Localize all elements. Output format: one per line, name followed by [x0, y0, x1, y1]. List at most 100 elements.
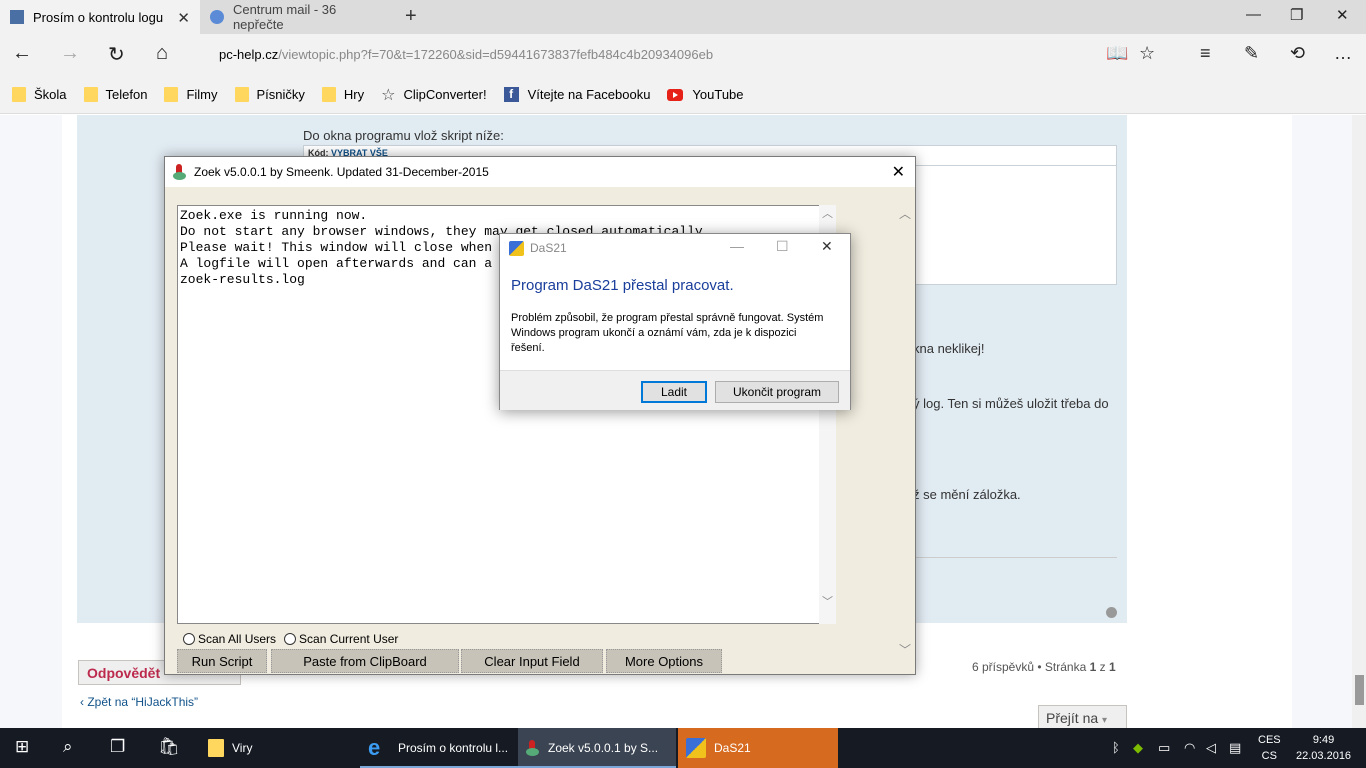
zoek-titlebar[interactable]: Zoek v5.0.0.1 by Smeenk. Updated 31-Dece…: [165, 157, 915, 187]
notifications-icon[interactable]: ▤: [1229, 740, 1241, 756]
taskbar-app-label: Prosím o kontrolu l...: [398, 741, 509, 755]
tab-mail[interactable]: Centrum mail - 36 nepřečte: [200, 0, 400, 34]
nvidia-icon[interactable]: ◆: [1133, 740, 1143, 756]
battery-icon[interactable]: ▭: [1158, 740, 1170, 756]
favorite-youtube[interactable]: YouTube: [667, 87, 744, 102]
new-tab-icon[interactable]: +: [405, 5, 417, 28]
scan-all-users-label: Scan All Users: [198, 632, 277, 646]
page-scrollbar-thumb[interactable]: [1355, 675, 1364, 705]
paste-clipboard-button[interactable]: Paste from ClipBoard: [271, 649, 459, 673]
scroll-down-icon[interactable]: ﹀: [899, 641, 911, 658]
refresh-icon[interactable]: ↻: [108, 42, 125, 67]
more-options-button[interactable]: More Options: [606, 649, 722, 673]
favorite-label: ClipConverter!: [403, 87, 487, 102]
favorites-bar: Škola Telefon Filmy Písničky Hry ☆ ClipCo…: [0, 76, 1366, 114]
web-note-icon[interactable]: ✎: [1244, 43, 1259, 64]
scroll-up-icon[interactable]: ︿: [822, 205, 833, 221]
page-sep: z: [1099, 660, 1106, 674]
run-script-button[interactable]: Run Script: [177, 649, 267, 673]
das21-error-dialog: DaS21 — ☐ ✕ Program DaS21 přestal pracov…: [499, 233, 851, 410]
favorite-pisnicky[interactable]: Písničky: [234, 87, 305, 102]
windows-start-icon[interactable]: ⊞: [15, 737, 29, 757]
back-link[interactable]: ‹ Zpět na “HiJackThis”: [80, 695, 198, 709]
bluetooth-icon[interactable]: ᛒ: [1112, 740, 1120, 755]
close-tab-icon[interactable]: ✕: [177, 9, 190, 27]
taskbar-app-label: Viry: [232, 741, 253, 755]
favorite-star-icon[interactable]: ☆: [1139, 43, 1155, 64]
zoek-title: Zoek v5.0.0.1 by Smeenk. Updated 31-Dece…: [194, 165, 489, 179]
window-scrollbar[interactable]: ︿ ﹀: [897, 205, 913, 665]
more-icon[interactable]: …: [1334, 43, 1352, 64]
search-icon[interactable]: ⌕: [63, 737, 73, 757]
favorite-label: Škola: [34, 87, 67, 102]
back-to-top-icon[interactable]: [1106, 607, 1117, 618]
close-window-icon[interactable]: ✕: [1336, 6, 1349, 24]
tab-title: Centrum mail - 36 nepřečte: [232, 2, 337, 32]
url-host: pc-help.cz: [219, 47, 279, 62]
language-indicator[interactable]: CES CS: [1258, 732, 1281, 764]
debug-button[interactable]: Ladit: [641, 381, 707, 403]
close-program-button[interactable]: Ukončit program: [715, 381, 839, 403]
reading-view-icon[interactable]: 📖: [1106, 43, 1128, 64]
tab-title: Prosím o kontrolu logu: [33, 9, 164, 25]
dialog-message: Problém způsobil, že program přestal spr…: [511, 312, 824, 354]
clock-date: 22.03.2016: [1296, 750, 1352, 762]
goto-button[interactable]: Přejít na ▾: [1038, 705, 1127, 729]
home-icon[interactable]: ⌂: [156, 42, 168, 65]
close-icon[interactable]: ✕: [892, 162, 905, 182]
back-link-label: Zpět na “HiJackThis”: [87, 695, 199, 709]
address-bar-row: ← → ↻ ⌂ pc-help.cz/viewtopic.php?f=70&t=…: [0, 34, 1366, 76]
favorite-facebook[interactable]: f Vítejte na Facebooku: [503, 87, 651, 102]
chevron-down-icon: ▾: [1102, 715, 1108, 726]
minimize-icon[interactable]: —: [730, 238, 744, 254]
edge-icon: e: [368, 735, 381, 760]
post-text-fragment: ž se mění záložka.: [913, 487, 1021, 502]
favorite-filmy[interactable]: Filmy: [164, 87, 218, 102]
scan-options: Scan All Users Scan Current User: [183, 632, 398, 646]
maximize-icon[interactable]: ❐: [1290, 6, 1303, 24]
forward-icon[interactable]: →: [60, 42, 80, 65]
maximize-icon[interactable]: ☐: [776, 238, 789, 255]
taskbar-app-viry[interactable]: Viry: [200, 728, 360, 768]
keyboard-code: CS: [1261, 750, 1277, 762]
mail-favicon-icon: [210, 10, 224, 24]
close-icon[interactable]: ✕: [821, 238, 833, 255]
favorite-clipconverter[interactable]: ☆ ClipConverter!: [381, 85, 486, 105]
taskbar-app-edge[interactable]: e Prosím o kontrolu l...: [360, 728, 518, 768]
page-current: 1: [1089, 660, 1097, 674]
divider: [913, 557, 1117, 558]
post-text-fragment: kna neklikej!: [913, 341, 985, 356]
page-scrollbar[interactable]: [1352, 115, 1366, 728]
post-text-fragment: ý log. Ten si můžeš uložit třeba do: [913, 396, 1109, 411]
favorite-label: Vítejte na Facebooku: [527, 87, 651, 102]
scroll-down-icon[interactable]: ﹀: [822, 593, 833, 609]
taskbar-app-das21[interactable]: DaS21: [678, 728, 838, 768]
back-icon[interactable]: ←: [12, 42, 32, 65]
scroll-up-icon[interactable]: ︿: [899, 205, 911, 222]
tab-active[interactable]: Prosím o kontrolu logu ✕: [0, 0, 200, 34]
minimize-icon[interactable]: —: [1246, 6, 1261, 23]
hub-icon[interactable]: ≡: [1200, 43, 1211, 64]
dialog-titlebar[interactable]: DaS21 — ☐ ✕: [500, 234, 850, 262]
scan-all-users-radio[interactable]: [183, 633, 195, 645]
favorite-label: Filmy: [186, 87, 218, 102]
folder-icon: [321, 87, 336, 102]
favorite-skola[interactable]: Škola: [12, 87, 67, 102]
scan-current-user-radio[interactable]: [284, 633, 297, 645]
share-icon[interactable]: ⟲: [1290, 43, 1305, 64]
taskbar-app-zoek[interactable]: Zoek v5.0.0.1 by S...: [518, 728, 676, 768]
url-path: /viewtopic.php?f=70&t=172260&sid=d594416…: [278, 47, 714, 62]
task-view-icon[interactable]: ❐: [110, 737, 125, 757]
volume-icon[interactable]: ◁: [1206, 740, 1216, 756]
favorite-hry[interactable]: Hry: [321, 87, 364, 102]
page-total: 1: [1108, 660, 1116, 674]
clock-time: 9:49: [1312, 734, 1335, 746]
pagination-info: 6 příspěvků • Stránka 1 z 1: [972, 660, 1116, 674]
clear-input-button[interactable]: Clear Input Field: [461, 649, 603, 673]
address-input[interactable]: pc-help.cz/viewtopic.php?f=70&t=172260&s…: [219, 47, 713, 62]
wifi-icon[interactable]: ◠: [1184, 740, 1195, 756]
store-icon[interactable]: 🛍: [158, 737, 180, 757]
favorite-telefon[interactable]: Telefon: [83, 87, 147, 102]
clock[interactable]: 9:49 22.03.2016: [1296, 732, 1351, 764]
page-icon: [10, 10, 24, 24]
